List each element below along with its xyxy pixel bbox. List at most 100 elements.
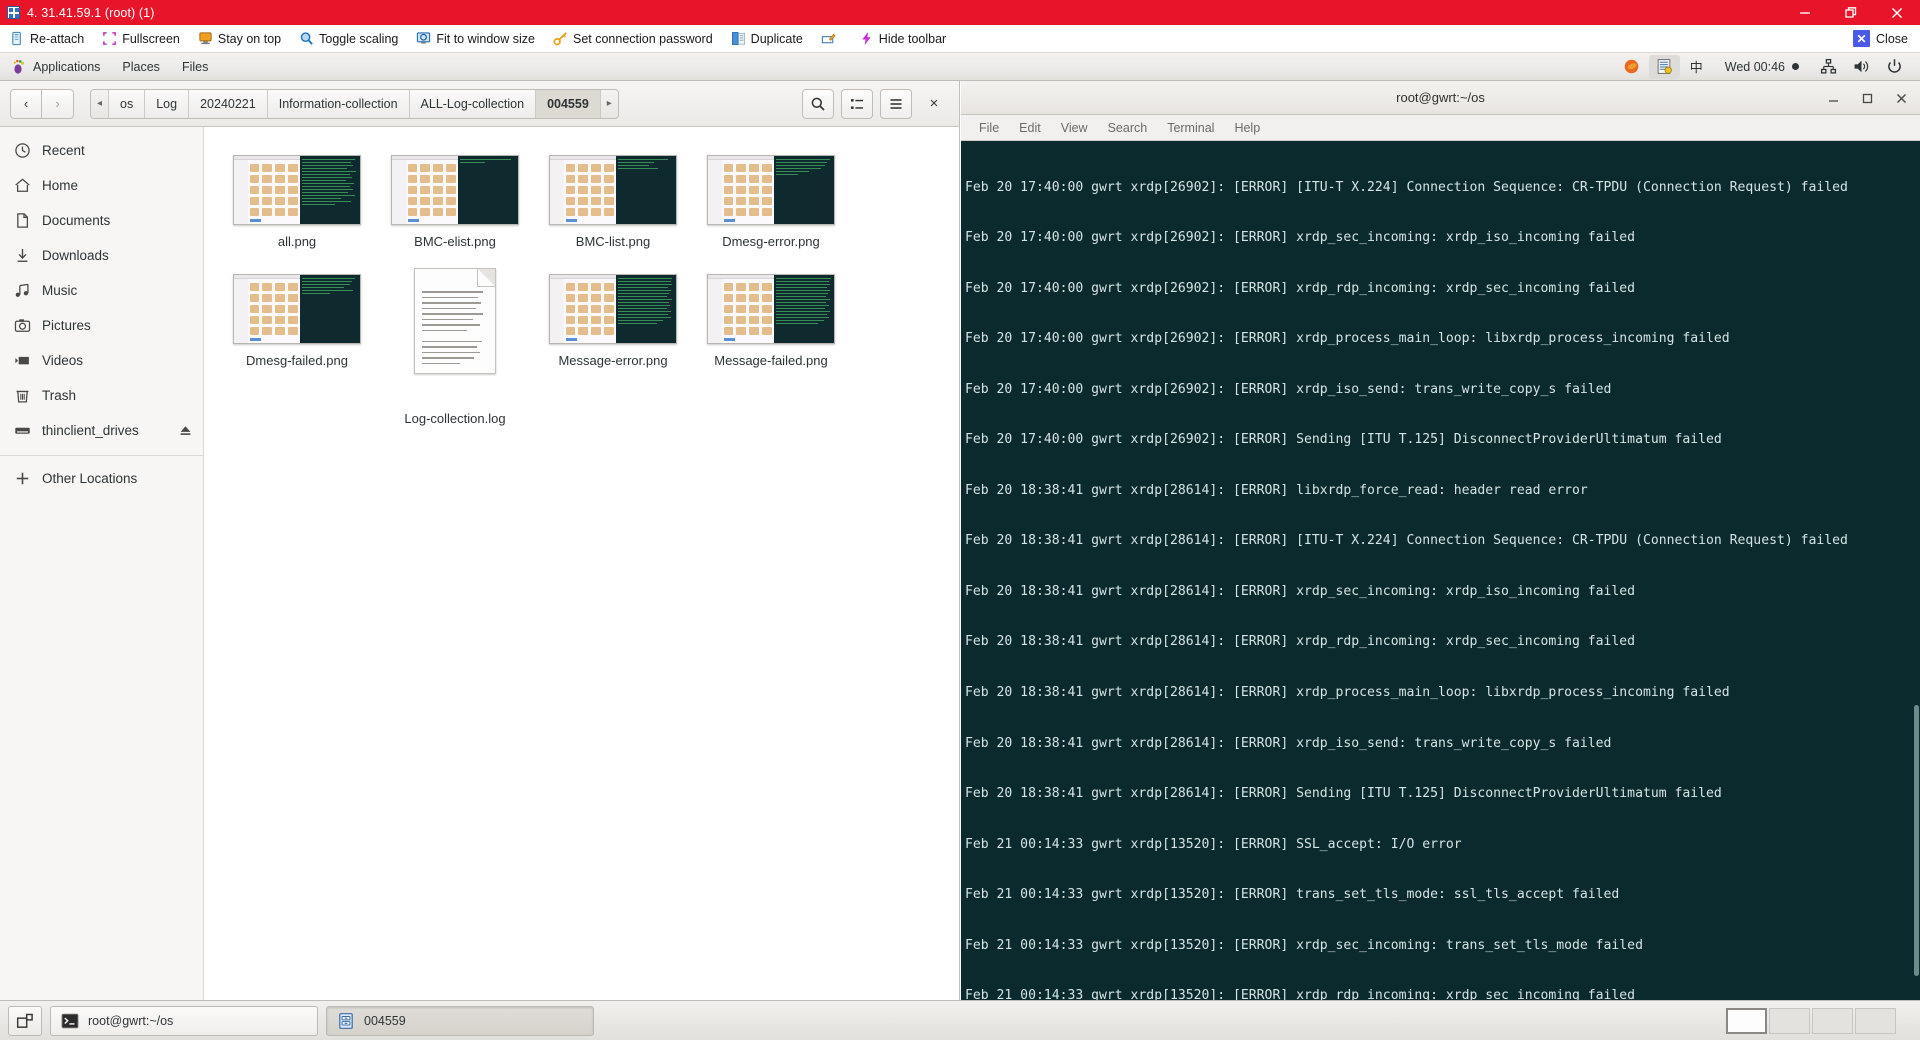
sidebar-item-documents[interactable]: Documents [0,203,203,238]
camera-icon [14,319,31,332]
toolbar-duplicate-button[interactable]: Duplicate [722,25,812,53]
show-desktop-button[interactable] [8,1005,42,1036]
sidebar-item-music[interactable]: Music [0,273,203,308]
toolbar-fullscreen-button[interactable]: Fullscreen [93,25,189,53]
navigation-buttons: ‹ › [10,88,74,119]
file-manager-icon [339,1012,353,1029]
tray-text-editor-button[interactable] [1648,54,1680,79]
tray-power-button[interactable] [1879,55,1910,79]
menu-places[interactable]: Places [111,53,171,81]
file-name-label: all.png [277,234,317,249]
fit-window-icon [417,32,431,44]
taskbar-item-file-manager[interactable]: 004559 [326,1005,594,1036]
duplicate-icon [731,32,745,45]
list-item[interactable]: Message-failed.png [692,260,850,437]
sidebar-item-other-locations[interactable]: Other Locations [0,461,203,496]
sidebar-item-recent[interactable]: Recent [0,133,203,168]
tray-firefox-button[interactable] [1616,55,1647,79]
sidebar-item-pictures[interactable]: Pictures [0,308,203,343]
breadcrumb-item-information-collection[interactable]: Information-collection [267,89,410,118]
file-manager-header-tools: × [802,88,949,119]
taskbar-item-terminal[interactable]: root@gwrt:~/os [50,1005,318,1036]
power-icon [1888,59,1901,73]
menu-applications[interactable]: Applications [0,53,111,81]
tray-volume-button[interactable] [1846,55,1877,79]
rdp-close-button[interactable] [1874,0,1920,25]
list-item[interactable]: Dmesg-failed.png [218,260,376,437]
search-button[interactable] [802,88,834,119]
hamburger-menu-button[interactable] [880,88,912,119]
list-item[interactable]: Log-collection.log [376,260,534,437]
view-options-button[interactable] [841,88,873,119]
screenshot-preview-icon [233,274,361,345]
sidebar-item-home[interactable]: Home [0,168,203,203]
music-icon [15,283,29,297]
toolbar-toggle-scaling-button[interactable]: Toggle scaling [290,25,407,53]
terminal-output[interactable]: Feb 20 17:40:00 gwrt xrdp[26902]: [ERROR… [961,141,1920,1000]
forward-button[interactable]: › [42,88,74,119]
back-button[interactable]: ‹ [10,88,42,119]
file-thumbnail [549,149,677,225]
file-name-label: Dmesg-error.png [722,234,820,249]
terminal-menu-help[interactable]: Help [1224,115,1270,141]
panel-clock[interactable]: Wed 00:46 [1713,60,1811,74]
terminal-scrollbar[interactable] [1913,202,1920,1000]
tray-input-method[interactable]: 中 [1682,57,1711,76]
workspace-2[interactable] [1769,1007,1810,1034]
file-name-label: BMC-list.png [575,234,651,249]
sidebar-item-videos[interactable]: Videos [0,343,203,378]
eject-icon[interactable] [178,423,193,438]
terminal-menu-terminal[interactable]: Terminal [1157,115,1224,141]
toolbar-fit-window-button[interactable]: Fit to window size [407,25,544,53]
workspace-3[interactable] [1812,1007,1853,1034]
back-chevron-icon: ‹ [23,96,29,111]
breadcrumb-scroll-right[interactable]: ▸ [600,89,618,118]
toolbar-stay-on-top-button[interactable]: Stay on top [189,25,290,53]
tray-network-button[interactable] [1813,55,1844,79]
menu-label: Applications [33,59,101,74]
file-manager-close-button[interactable]: × [919,89,949,119]
workspace-4[interactable] [1855,1007,1896,1034]
list-item[interactable]: BMC-list.png [534,141,692,260]
terminal-log-line: Feb 20 18:38:41 gwrt xrdp[28614]: [ERROR… [965,583,1636,599]
menu-label: Places [122,59,160,74]
rdp-minimize-button[interactable] [1782,0,1828,25]
list-item[interactable]: all.png [218,141,376,260]
workspace-1[interactable] [1726,1007,1767,1034]
terminal-menu-search[interactable]: Search [1098,115,1158,141]
terminal-log-line: Feb 21 00:14:33 gwrt xrdp[13520]: [ERROR… [965,937,1643,953]
toolbar-edit-button[interactable] [812,25,850,53]
terminal-menu-file[interactable]: File [969,115,1009,141]
calendar-indicator-dot [1792,63,1799,70]
terminal-menu-view[interactable]: View [1051,115,1098,141]
breadcrumb-item-os[interactable]: os [109,89,146,118]
toolbar-set-password-button[interactable]: Set connection password [544,25,722,53]
menu-files[interactable]: Files [171,53,219,81]
list-item[interactable]: Message-error.png [534,260,692,437]
terminal-maximize-button[interactable] [1858,89,1876,107]
file-name-label: Log-collection.log [404,411,506,427]
toolbar-hide-toolbar-button[interactable]: Hide toolbar [850,25,955,53]
breadcrumb-scroll-left[interactable]: ◂ [91,89,110,118]
sidebar-item-downloads[interactable]: Downloads [0,238,203,273]
rdp-restore-button[interactable] [1828,0,1874,25]
breadcrumb-item-log[interactable]: Log [145,89,190,118]
rdp-toolbar-close-button[interactable]: ✕ Close [1853,30,1920,47]
breadcrumb-item-current[interactable]: 004559 [536,89,601,118]
file-list-area[interactable]: all.png BMC-elist.png BMC-list.png Dmesg… [204,127,959,1000]
terminal-minimize-button[interactable] [1824,89,1842,107]
breadcrumb-item-all-log-collection[interactable]: ALL-Log-collection [409,89,537,118]
breadcrumb-item-20240221[interactable]: 20240221 [189,89,268,118]
list-item[interactable]: Dmesg-error.png [692,141,850,260]
sidebar-item-label: Videos [42,353,84,368]
terminal-menu-edit[interactable]: Edit [1009,115,1051,141]
list-item[interactable]: BMC-elist.png [376,141,534,260]
sidebar-item-thinclient-drives[interactable]: thinclient_drives [0,413,203,448]
file-thumbnail [391,149,519,225]
screenshot-preview-icon [233,155,361,225]
screenshot-preview-icon [391,155,519,225]
sidebar-item-trash[interactable]: Trash [0,378,203,413]
terminal-close-button[interactable] [1892,89,1910,107]
fullscreen-icon [103,32,117,45]
toolbar-reattach-button[interactable]: Re-attach [0,25,93,53]
